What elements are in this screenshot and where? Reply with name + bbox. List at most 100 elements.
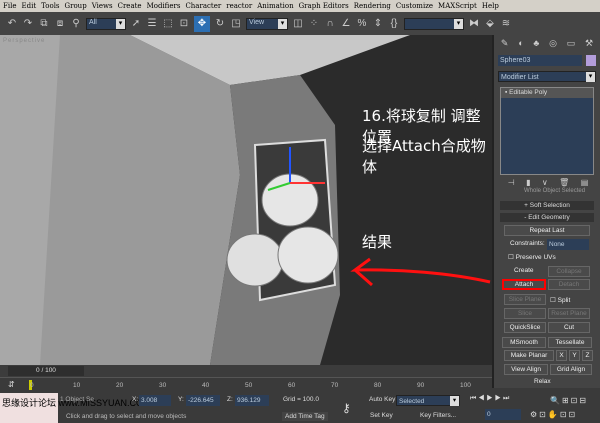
modify-tab-icon[interactable]: ◐ (518, 38, 523, 48)
spinner-snap-icon[interactable]: ⇕ (372, 18, 384, 30)
menu-item[interactable]: Rendering (354, 2, 391, 10)
perspective-viewport[interactable]: Perspective 16.将球复制 调整位置 选择Attach合成物体 结果 (0, 35, 492, 365)
align-icon[interactable]: ⬙ (484, 18, 496, 30)
main-toolbar: ↶ ↷ ⧉ ⧈ ⚲ All ➚ ☰ ⬚ ⊡ ✥ ↻ ◳ View ◫ ⁘ ∩ ∠… (0, 12, 600, 35)
track-bar[interactable]: ⇵ 0 10 20 30 40 50 60 70 80 90 100 (0, 377, 492, 393)
menu-item[interactable]: Animation (257, 2, 293, 10)
time-slider-thumb[interactable]: 0 / 100 (8, 366, 84, 376)
select-scale-icon[interactable]: ◳ (230, 18, 242, 30)
preserve-uvs-checkbox[interactable]: ☐ Preserve UVs (508, 253, 556, 261)
menu-item[interactable]: Views (92, 2, 113, 10)
percent-snap-icon[interactable]: % (356, 18, 368, 30)
set-key-button[interactable]: Set Key (370, 412, 393, 419)
undo-icon[interactable]: ↶ (6, 18, 18, 30)
window-crossing-icon[interactable]: ⊡ (178, 18, 190, 30)
time-slider[interactable]: 0 / 100 (0, 365, 492, 377)
display-tab-icon[interactable]: ▭ (567, 38, 576, 48)
viewport-label[interactable]: Perspective (3, 38, 45, 44)
key-filters-button[interactable]: Key Filters... (420, 412, 456, 419)
y-coordinate-field[interactable]: -226.645 (186, 395, 220, 406)
make-planar-button[interactable]: Make Planar (504, 350, 554, 361)
x-coordinate-field[interactable]: 3.008 (139, 395, 171, 406)
viewport-nav-controls-2[interactable]: ⚙⊡✋⊡⊡ (530, 410, 577, 419)
hierarchy-tab-icon[interactable]: ♣ (533, 38, 539, 48)
quickslice-button[interactable]: QuickSlice (504, 322, 546, 333)
cut-button[interactable]: Cut (548, 322, 590, 333)
menu-item[interactable]: MAXScript (438, 2, 477, 10)
menu-item[interactable]: Modifiers (147, 2, 181, 10)
menu-item[interactable]: File (3, 2, 16, 10)
relax-button[interactable]: Relax (534, 378, 551, 385)
tessellate-button[interactable]: Tessellate (548, 337, 592, 348)
split-checkbox[interactable]: ☐ Split (550, 296, 570, 304)
planar-y-button[interactable]: Y (569, 350, 580, 361)
planar-x-button[interactable]: X (556, 350, 567, 361)
link-icon[interactable]: ⧉ (38, 18, 50, 30)
configure-sets-icon[interactable]: ▤ (581, 178, 589, 187)
bind-space-warp-icon[interactable]: ⚲ (70, 18, 82, 30)
select-move-icon[interactable]: ✥ (194, 15, 210, 32)
show-end-result-icon[interactable]: ▮ (526, 178, 530, 187)
stack-item-editable-poly[interactable]: ▪ Editable Poly (501, 88, 593, 98)
attach-button[interactable]: Attach (502, 279, 546, 290)
create-tab-icon[interactable]: ✎ (501, 38, 509, 48)
detach-button[interactable]: Detach (548, 279, 590, 290)
reset-plane-button[interactable]: Reset Plane (548, 308, 590, 319)
create-button[interactable]: Create (514, 267, 534, 274)
auto-key-button[interactable]: Auto Key (369, 396, 395, 403)
modifier-list-label: Modifier List (501, 74, 539, 81)
collapse-button[interactable]: Collapse (548, 266, 590, 277)
menu-item[interactable]: reactor (226, 2, 252, 10)
menu-item[interactable]: Customize (396, 2, 433, 10)
menu-item[interactable]: Character (185, 2, 221, 10)
z-coordinate-field[interactable]: 936.129 (235, 395, 269, 406)
edit-named-selection-icon[interactable]: {} (388, 18, 400, 30)
menu-item[interactable]: Graph Editors (299, 2, 349, 10)
selection-filter-dropdown[interactable]: All (86, 17, 126, 30)
pivot-center-icon[interactable]: ◫ (292, 18, 304, 30)
snap-icon[interactable]: ∩ (324, 18, 336, 30)
soft-selection-rollout[interactable]: + Soft Selection (500, 201, 594, 210)
redo-icon[interactable]: ↷ (22, 18, 34, 30)
unlink-icon[interactable]: ⧈ (54, 18, 66, 30)
object-color-swatch[interactable] (586, 55, 596, 66)
menu-item[interactable]: Tools (41, 2, 59, 10)
current-frame-field[interactable]: 0 (485, 409, 521, 420)
add-time-tag-button[interactable]: Add Time Tag (282, 412, 328, 421)
msmooth-button[interactable]: MSmooth (502, 337, 546, 348)
menu-item[interactable]: Create (118, 2, 142, 10)
open-mini-curve-editor-icon[interactable]: ⇵ (8, 380, 15, 389)
remove-modifier-icon[interactable]: 🗑 (559, 178, 569, 187)
manipulate-icon[interactable]: ⁘ (308, 18, 320, 30)
repeat-last-button[interactable]: Repeat Last (504, 225, 590, 236)
menu-item[interactable]: Edit (21, 2, 36, 10)
view-align-button[interactable]: View Align (504, 364, 548, 375)
slice-button[interactable]: Slice (504, 308, 546, 319)
pin-stack-icon[interactable]: ⊣ (508, 178, 515, 187)
utilities-tab-icon[interactable]: ⚒ (585, 38, 593, 48)
viewport-nav-controls[interactable]: 🔍⊞⊡⊟ (550, 396, 588, 405)
object-name-field[interactable]: Sphere03 (498, 55, 582, 66)
menu-item[interactable]: Group (65, 2, 87, 10)
rect-selection-icon[interactable]: ⬚ (162, 18, 174, 30)
named-selection-dropdown[interactable] (404, 17, 464, 30)
mirror-icon[interactable]: ⧓ (468, 18, 480, 30)
key-mode-dropdown[interactable]: Selected (396, 395, 460, 406)
select-object-icon[interactable]: ➚ (130, 18, 142, 30)
edit-geometry-rollout[interactable]: - Edit Geometry (500, 213, 594, 222)
key-icon[interactable]: ⚷ (342, 401, 351, 415)
select-rotate-icon[interactable]: ↻ (214, 18, 226, 30)
planar-z-button[interactable]: Z (582, 350, 593, 361)
select-by-name-icon[interactable]: ☰ (146, 18, 158, 30)
slice-plane-button[interactable]: Slice Plane (504, 294, 546, 305)
playback-controls[interactable]: ⏮◀▶▶⏭ (470, 395, 511, 403)
layer-manager-icon[interactable]: ≋ (500, 18, 512, 30)
make-unique-icon[interactable]: ∨ (542, 178, 548, 187)
grid-align-button[interactable]: Grid Align (550, 364, 592, 375)
modifier-list-dropdown[interactable]: Modifier List (498, 71, 596, 82)
ref-coord-dropdown[interactable]: View (246, 17, 288, 30)
motion-tab-icon[interactable]: ◎ (549, 38, 557, 48)
constraints-dropdown[interactable]: None (547, 239, 589, 250)
menu-item[interactable]: Help (482, 2, 499, 10)
angle-snap-icon[interactable]: ∠ (340, 18, 352, 30)
